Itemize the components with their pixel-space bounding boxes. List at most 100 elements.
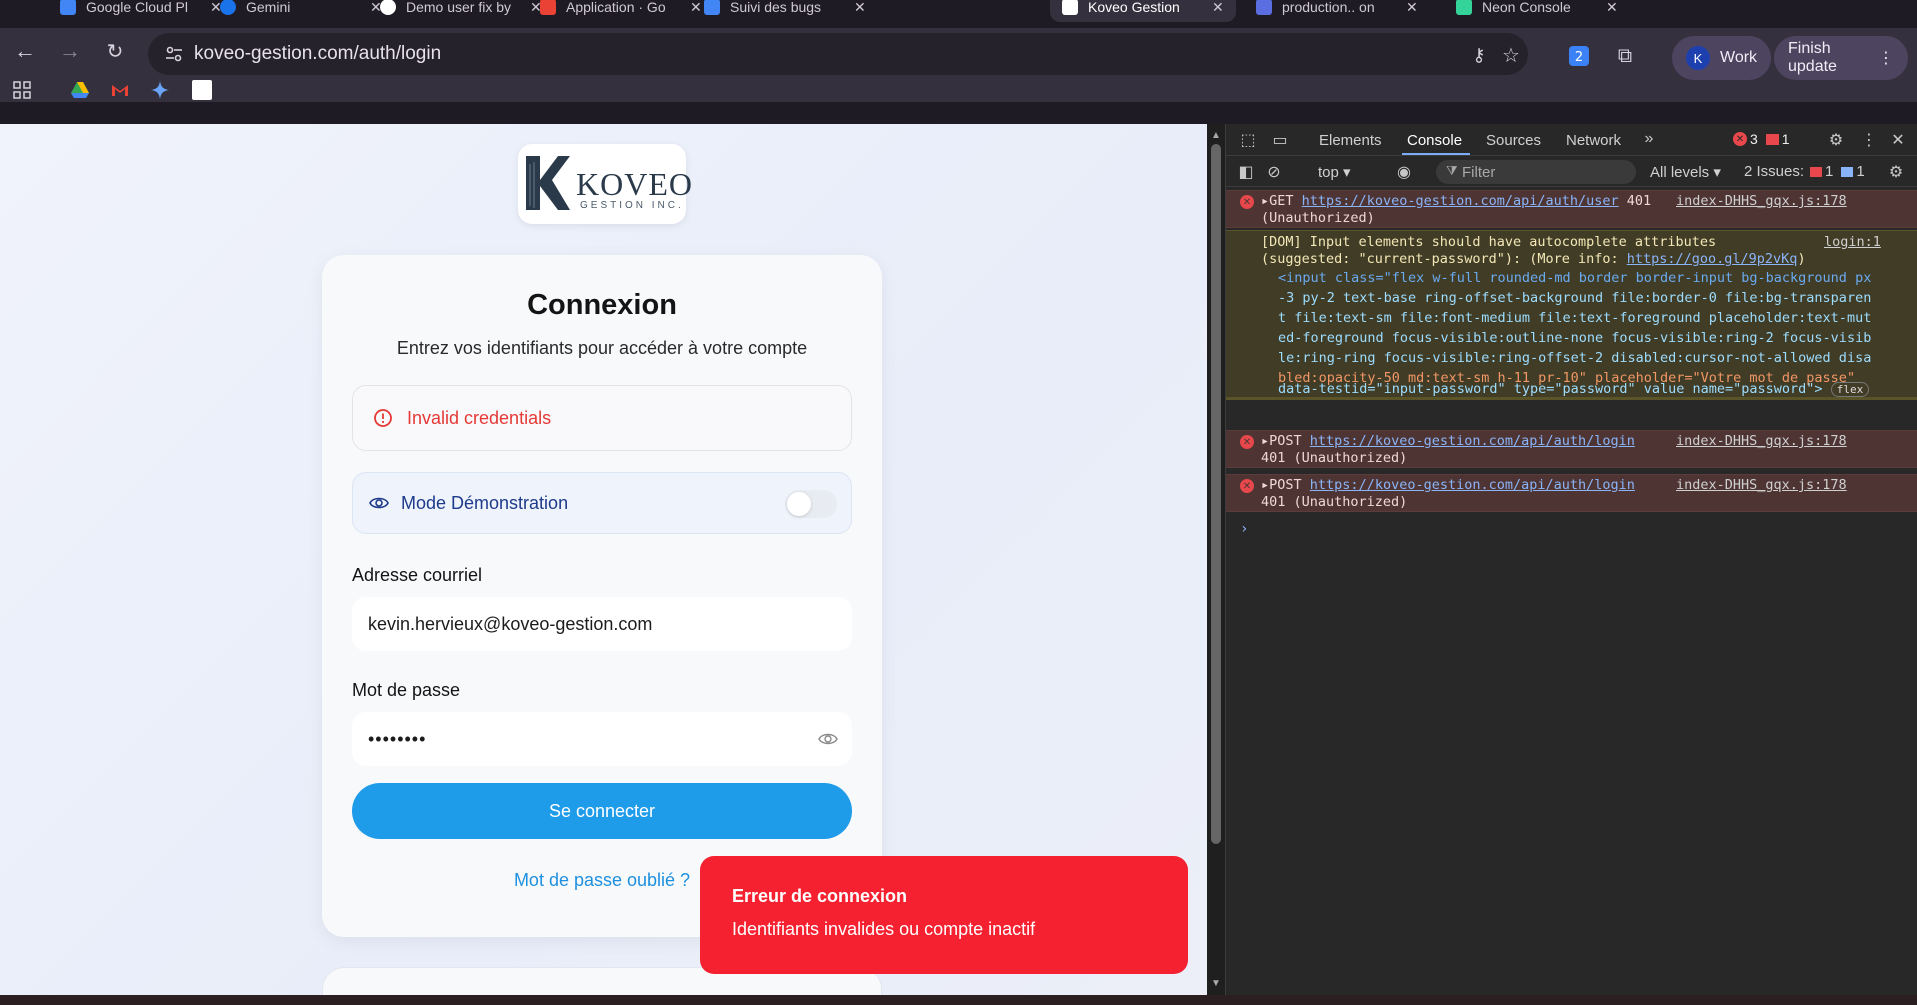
flex-badge[interactable]: flex bbox=[1830, 382, 1870, 397]
error-alert: Invalid credentials bbox=[352, 385, 852, 451]
demo-mode-toggle[interactable] bbox=[785, 490, 837, 518]
show-password-icon[interactable] bbox=[818, 729, 838, 749]
address-bar[interactable]: koveo-gestion.com/auth/login ⚷ ☆ bbox=[148, 33, 1528, 75]
console-toolbar: ◧ ⊘ top ▾ ◉ ⧩ Filter All levels ▾ 2 Issu… bbox=[1226, 157, 1917, 187]
forward-icon[interactable]: → bbox=[55, 36, 85, 66]
request-url-link[interactable]: https://koveo-gestion.com/api/auth/user bbox=[1302, 193, 1619, 209]
request-url-link[interactable]: https://koveo-gestion.com/api/auth/login bbox=[1310, 433, 1635, 449]
neon-icon bbox=[1456, 0, 1472, 15]
tab-console[interactable]: Console bbox=[1407, 132, 1462, 149]
inspect-icon[interactable]: ⬚ bbox=[1238, 130, 1258, 150]
back-icon[interactable]: ← bbox=[10, 36, 40, 66]
code-line: t file:text-sm file:font-medium file:tex… bbox=[1278, 310, 1872, 326]
tab-application[interactable]: Application · Go ✕ bbox=[528, 0, 714, 22]
submit-button[interactable]: Se connecter bbox=[352, 783, 852, 839]
koveo-logo: KOVEO GESTION INC. bbox=[518, 144, 692, 224]
issues-info-count: 1 bbox=[1856, 163, 1865, 180]
error-toast[interactable]: Erreur de connexion Identifiants invalid… bbox=[700, 856, 1188, 974]
page-scrollbar[interactable]: ▲ ▼ bbox=[1207, 124, 1225, 995]
warning-text: [DOM] Input elements should have autocom… bbox=[1261, 234, 1717, 250]
gmail-icon[interactable] bbox=[110, 80, 130, 100]
gemini-icon[interactable] bbox=[150, 80, 170, 100]
console-message-error: ✕ ▸POST https://koveo-gestion.com/api/au… bbox=[1226, 430, 1917, 468]
apps-grid-icon[interactable] bbox=[12, 80, 32, 100]
more-icon[interactable]: ⋮ bbox=[1878, 48, 1894, 68]
message-line: ▸GET https://koveo-gestion.com/api/auth/… bbox=[1261, 193, 1651, 210]
close-icon[interactable]: ✕ bbox=[1212, 0, 1224, 16]
finish-update-button[interactable]: Finish update ⋮ bbox=[1774, 36, 1908, 80]
expand-arrow-icon[interactable]: ▸ bbox=[1261, 477, 1269, 493]
close-icon[interactable]: ✕ bbox=[854, 0, 866, 16]
tab-koveo-gestion[interactable]: Koveo Gestion ✕ bbox=[1050, 0, 1236, 22]
tab-gemini[interactable]: Gemini ✕ bbox=[208, 0, 394, 22]
tab-production[interactable]: production.. on ✕ bbox=[1244, 0, 1430, 22]
clear-console-icon[interactable]: ⊘ bbox=[1264, 162, 1284, 182]
tab-neon-console[interactable]: Neon Console ✕ bbox=[1444, 0, 1630, 22]
forgot-password-text[interactable]: Mot de passe oublié ? bbox=[514, 870, 690, 890]
koveo-icon bbox=[1062, 0, 1078, 15]
login-card: Connexion Entrez vos identifiants pour a… bbox=[322, 255, 882, 937]
puzzle-icon[interactable]: ⧉ bbox=[1612, 43, 1638, 69]
reload-icon[interactable]: ↻ bbox=[100, 36, 130, 66]
expand-arrow-icon[interactable]: ▸ bbox=[1261, 433, 1269, 449]
site-settings-icon[interactable] bbox=[164, 44, 184, 64]
tab-sources[interactable]: Sources bbox=[1486, 132, 1541, 149]
request-url-link[interactable]: https://koveo-gestion.com/api/auth/login bbox=[1310, 477, 1635, 493]
scroll-down-icon[interactable]: ▼ bbox=[1211, 978, 1221, 989]
close-devtools-icon[interactable]: ✕ bbox=[1888, 130, 1908, 150]
close-icon[interactable]: ✕ bbox=[1406, 0, 1418, 16]
more-info-link[interactable]: https://goo.gl/9p2vKq bbox=[1627, 251, 1798, 267]
profile-button[interactable]: K Work bbox=[1672, 36, 1772, 80]
warn-count: 1 bbox=[1781, 131, 1790, 147]
extension-icon[interactable]: 2 bbox=[1566, 43, 1592, 69]
tab-elements[interactable]: Elements bbox=[1319, 132, 1382, 149]
scroll-thumb[interactable] bbox=[1211, 144, 1221, 844]
filter-input[interactable]: ⧩ Filter bbox=[1436, 160, 1636, 184]
status-text: 401 (Unauthorized) bbox=[1261, 494, 1408, 510]
source-link[interactable]: index-DHHS_gqx.js:178 bbox=[1676, 193, 1847, 210]
koveo-bookmark-icon[interactable] bbox=[192, 80, 212, 100]
tab-suivi-bugs[interactable]: Suivi des bugs ✕ bbox=[692, 0, 878, 22]
console-message-error: ✕ ▸GET https://koveo-gestion.com/api/aut… bbox=[1226, 190, 1917, 228]
expand-arrow-icon[interactable]: ▸ bbox=[1261, 193, 1269, 209]
issues-label: 2 Issues: bbox=[1744, 163, 1805, 180]
logo-subtext: GESTION INC. bbox=[580, 200, 684, 211]
source-link[interactable]: index-DHHS_gqx.js:178 bbox=[1676, 477, 1847, 494]
issues-err-count: 1 bbox=[1825, 163, 1834, 180]
live-expression-eye-icon[interactable]: ◉ bbox=[1394, 162, 1414, 182]
tab-github[interactable]: Demo user fix by ✕ bbox=[368, 0, 554, 22]
log-levels-select[interactable]: All levels ▾ bbox=[1650, 163, 1721, 181]
code-line: <input class="flex w-full rounded-md bor… bbox=[1278, 270, 1872, 286]
key-icon[interactable]: ⚷ bbox=[1466, 42, 1492, 68]
message-line: ▸POST https://koveo-gestion.com/api/auth… bbox=[1261, 477, 1635, 494]
kebab-menu-icon[interactable]: ⋮ bbox=[1859, 130, 1879, 150]
issues-counter[interactable]: 2 Issues: 1 1 bbox=[1744, 163, 1865, 180]
console-settings-icon[interactable]: ⚙ bbox=[1886, 162, 1906, 182]
console-prompt[interactable]: › bbox=[1240, 521, 1248, 537]
sidebar-toggle-icon[interactable]: ◧ bbox=[1236, 162, 1256, 182]
drive-icon[interactable] bbox=[70, 80, 90, 100]
email-value: kevin.hervieux@koveo-gestion.com bbox=[368, 613, 653, 634]
source-link[interactable]: login:1 bbox=[1824, 234, 1881, 251]
profile-label: Work bbox=[1720, 49, 1758, 66]
close-icon[interactable]: ✕ bbox=[1606, 0, 1618, 16]
active-tab-indicator bbox=[1402, 153, 1470, 155]
context-select[interactable]: top ▾ bbox=[1318, 163, 1351, 181]
tab-network[interactable]: Network bbox=[1566, 132, 1621, 149]
email-field[interactable]: kevin.hervieux@koveo-gestion.com bbox=[352, 597, 852, 651]
star-icon[interactable]: ☆ bbox=[1498, 42, 1524, 68]
tab-google-cloud[interactable]: Google Cloud Pl ✕ bbox=[48, 0, 234, 22]
scroll-up-icon[interactable]: ▲ bbox=[1211, 130, 1221, 141]
toggle-knob bbox=[787, 492, 811, 516]
github-icon bbox=[380, 0, 396, 15]
toast-message: Identifiants invalides ou compte inactif bbox=[732, 919, 1036, 939]
error-counter[interactable]: ✕ 3 1 bbox=[1733, 131, 1790, 147]
device-toolbar-icon[interactable]: ▭ bbox=[1270, 130, 1290, 150]
settings-gear-icon[interactable]: ⚙ bbox=[1826, 130, 1846, 150]
more-tabs-icon[interactable]: » bbox=[1639, 129, 1659, 149]
demo-mode-row: Mode Démonstration bbox=[352, 472, 852, 534]
password-field[interactable]: •••••••• bbox=[352, 712, 852, 766]
tab-title: Application · Go bbox=[566, 0, 666, 15]
source-link[interactable]: index-DHHS_gqx.js:178 bbox=[1676, 433, 1847, 450]
os-taskbar bbox=[0, 995, 1917, 1005]
